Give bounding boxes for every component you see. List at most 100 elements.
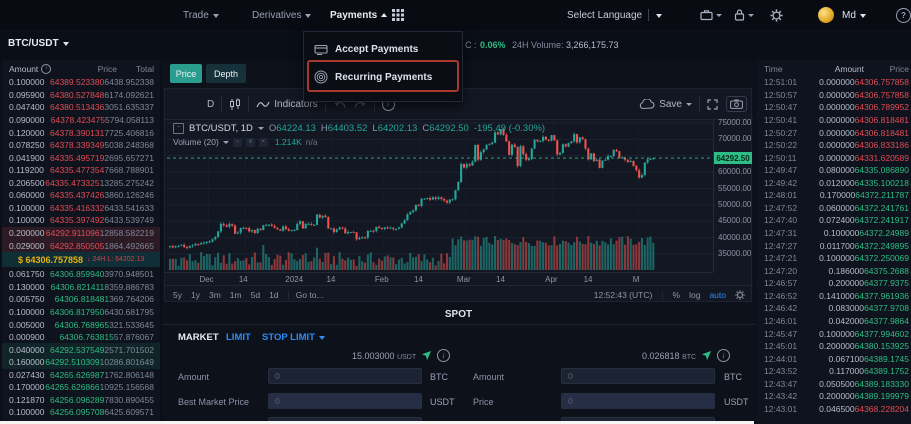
ask-row[interactable]: 0.20000064292.91109612858.582219 bbox=[2, 227, 160, 240]
save-layout-button[interactable]: Save bbox=[639, 99, 692, 110]
tab-depth[interactable]: Depth bbox=[206, 64, 246, 83]
info-icon[interactable]: i bbox=[717, 349, 730, 362]
price-axis[interactable]: 75000.0070000.0060000.0055000.0050000.00… bbox=[713, 119, 753, 272]
ask-row[interactable]: 0.02900064292.8505051864.492665 bbox=[2, 239, 160, 252]
bid-row[interactable]: 0.02743064265.6269871762.806148 bbox=[2, 369, 160, 382]
volume-indicator-label[interactable]: Volume (20) bbox=[173, 137, 219, 147]
ask-row[interactable]: 0.10000064335.4163326433.541633 bbox=[2, 202, 160, 215]
log-scale-button[interactable]: log bbox=[689, 290, 700, 300]
info-icon[interactable]: i bbox=[437, 349, 450, 362]
trade-row[interactable]: 12:45:010.20000064380.153925 bbox=[756, 340, 911, 353]
trade-row[interactable]: 12:50:410.00000064306.818481 bbox=[756, 114, 911, 127]
trade-row[interactable]: 12:50:220.00000064306.833186 bbox=[756, 139, 911, 152]
trade-row[interactable]: 12:43:470.05050064389.183330 bbox=[756, 378, 911, 391]
trade-row[interactable]: 12:51:010.00000064306.757858 bbox=[756, 76, 911, 89]
trade-row[interactable]: 12:50:470.00000064306.789952 bbox=[756, 101, 911, 114]
trade-row[interactable]: 12:49:420.01200064335.100218 bbox=[756, 177, 911, 190]
trade-row[interactable]: 12:47:200.18600064375.2688 bbox=[756, 264, 911, 277]
range-1y[interactable]: 1y bbox=[191, 290, 200, 300]
ask-row[interactable]: 0.11920064335.4773547668.788901 bbox=[2, 164, 160, 177]
trade-row[interactable]: 12:43:420.20000064389.199979 bbox=[756, 390, 911, 403]
left-input-best-market-price[interactable] bbox=[268, 393, 422, 409]
goto-button[interactable]: Go to... bbox=[296, 290, 324, 300]
tab-price[interactable]: Price bbox=[170, 64, 202, 83]
cursor-icon[interactable] bbox=[421, 350, 432, 361]
bid-row[interactable]: 0.00090064306.76381557.876067 bbox=[2, 331, 160, 344]
clock-label[interactable]: 12:52:43 (UTC) bbox=[594, 290, 653, 300]
bid-row[interactable]: 0.06175064306.8599403970.948501 bbox=[2, 268, 160, 281]
trade-row[interactable]: 12:46:010.04200064377.9864 bbox=[756, 315, 911, 328]
trade-row[interactable]: 12:50:570.00000064306.757858 bbox=[756, 89, 911, 102]
security-menu[interactable] bbox=[734, 0, 754, 30]
collapse-icon[interactable]: − bbox=[173, 123, 184, 134]
range-3m[interactable]: 3m bbox=[209, 290, 221, 300]
trade-row[interactable]: 12:47:210.10000064372.250069 bbox=[756, 252, 911, 265]
ask-row[interactable]: 0.04740064380.5134363051.635337 bbox=[2, 101, 160, 114]
trade-row[interactable]: 12:43:520.11700064389.1752 bbox=[756, 365, 911, 378]
range-5d[interactable]: 5d bbox=[251, 290, 260, 300]
trade-row[interactable]: 12:46:570.20000064377.9375 bbox=[756, 277, 911, 290]
bid-row[interactable]: 0.00575064306.818481369.764206 bbox=[2, 293, 160, 306]
candle-style-icon[interactable] bbox=[229, 98, 241, 111]
bid-row[interactable]: 0.10000064306.8179506430.681795 bbox=[2, 306, 160, 319]
ask-row[interactable]: 0.12000064378.3901317725.406816 bbox=[2, 126, 160, 139]
help-button[interactable]: ? bbox=[896, 0, 911, 30]
ask-row[interactable]: 0.10000064389.5233806438.952338 bbox=[2, 76, 160, 89]
left-input-amount[interactable] bbox=[268, 368, 422, 384]
nav-trade[interactable]: Trade bbox=[183, 0, 219, 30]
bid-row[interactable]: 0.12187064256.0962897830.890455 bbox=[2, 394, 160, 407]
ask-row[interactable]: 0.20650064335.47332513285.275242 bbox=[2, 177, 160, 190]
pair-selector[interactable]: BTC/USDT bbox=[8, 38, 69, 49]
symbol-label[interactable]: BTC/USDT, 1D bbox=[189, 123, 253, 134]
gear-icon[interactable] bbox=[735, 290, 745, 300]
fullscreen-icon[interactable] bbox=[707, 99, 718, 110]
user-menu[interactable]: Md bbox=[842, 0, 866, 30]
trade-row[interactable]: 12:47:270.01170064372.249895 bbox=[756, 239, 911, 252]
interval-button[interactable]: D bbox=[207, 99, 214, 110]
bid-row[interactable]: 0.00500064306.768965321.533645 bbox=[2, 318, 160, 331]
settings-button[interactable] bbox=[770, 0, 783, 30]
settings-icon[interactable]: ≡ bbox=[246, 138, 255, 147]
trade-row[interactable]: 12:50:110.00000064331.620589 bbox=[756, 151, 911, 164]
tab-stop-limit[interactable]: STOP LIMIT bbox=[262, 332, 325, 343]
range-1d[interactable]: 1d bbox=[269, 290, 278, 300]
ask-row[interactable]: 0.07825064378.3393495038.248368 bbox=[2, 139, 160, 152]
trade-row[interactable]: 12:49:470.08000064335.086890 bbox=[756, 164, 911, 177]
auto-scale-button[interactable]: auto bbox=[709, 290, 726, 300]
nav-payments[interactable]: Payments bbox=[330, 0, 387, 30]
trade-row[interactable]: 12:50:270.00000064306.818481 bbox=[756, 126, 911, 139]
ask-row[interactable]: 0.09590064380.5278486174.092621 bbox=[2, 89, 160, 102]
bid-row[interactable]: 0.17000064265.62686610925.156568 bbox=[2, 381, 160, 394]
select-language[interactable]: Select Language bbox=[567, 0, 642, 30]
bid-row[interactable]: 0.04000064292.5375492571.701502 bbox=[2, 343, 160, 356]
wallet-menu[interactable] bbox=[700, 0, 722, 30]
apps-grid-icon[interactable] bbox=[392, 0, 404, 30]
trade-row[interactable]: 12:43:010.04650064368.228204 bbox=[756, 403, 911, 416]
right-input-amount[interactable] bbox=[561, 368, 715, 384]
tab-limit[interactable]: LIMIT bbox=[226, 332, 251, 343]
ask-row[interactable]: 0.09000064378.4234755794.058113 bbox=[2, 114, 160, 127]
bid-row[interactable]: 0.16000064292.51030910286.801649 bbox=[2, 356, 160, 369]
menu-item-accept-payments[interactable]: Accept Payments bbox=[304, 36, 460, 62]
user-avatar[interactable] bbox=[818, 7, 834, 23]
eye-icon[interactable]: ○ bbox=[233, 138, 242, 147]
screenshot-button[interactable] bbox=[726, 96, 747, 112]
nav-derivatives[interactable]: Derivatives bbox=[252, 0, 311, 30]
info-icon[interactable]: i bbox=[41, 64, 51, 74]
trade-row[interactable]: 12:46:420.08300064377.9708 bbox=[756, 302, 911, 315]
trade-row[interactable]: 12:47:520.06000064372.241761 bbox=[756, 202, 911, 215]
range-1m[interactable]: 1m bbox=[230, 290, 242, 300]
right-input-price[interactable] bbox=[561, 393, 715, 409]
trade-row[interactable]: 12:48:010.17000064372.211787 bbox=[756, 189, 911, 202]
time-axis[interactable]: Dec14202414Feb14Mar14Apr14M bbox=[165, 272, 713, 286]
trade-row[interactable]: 12:45:470.10000064377.994602 bbox=[756, 327, 911, 340]
bid-row[interactable]: 0.13000064306.8214118359.886783 bbox=[2, 281, 160, 294]
percent-scale-button[interactable]: % bbox=[673, 290, 681, 300]
trade-row[interactable]: 12:47:400.07240064372.241917 bbox=[756, 214, 911, 227]
ask-row[interactable]: 0.06000064335.4374263860.126246 bbox=[2, 189, 160, 202]
bid-row[interactable]: 0.10000064256.0957086425.609571 bbox=[2, 406, 160, 419]
cursor-icon[interactable] bbox=[701, 350, 712, 361]
range-5y[interactable]: 5y bbox=[173, 290, 182, 300]
trade-row[interactable]: 12:44:010.06710064389.1745 bbox=[756, 352, 911, 365]
ask-row[interactable]: 0.04190064335.4957192695.657271 bbox=[2, 151, 160, 164]
